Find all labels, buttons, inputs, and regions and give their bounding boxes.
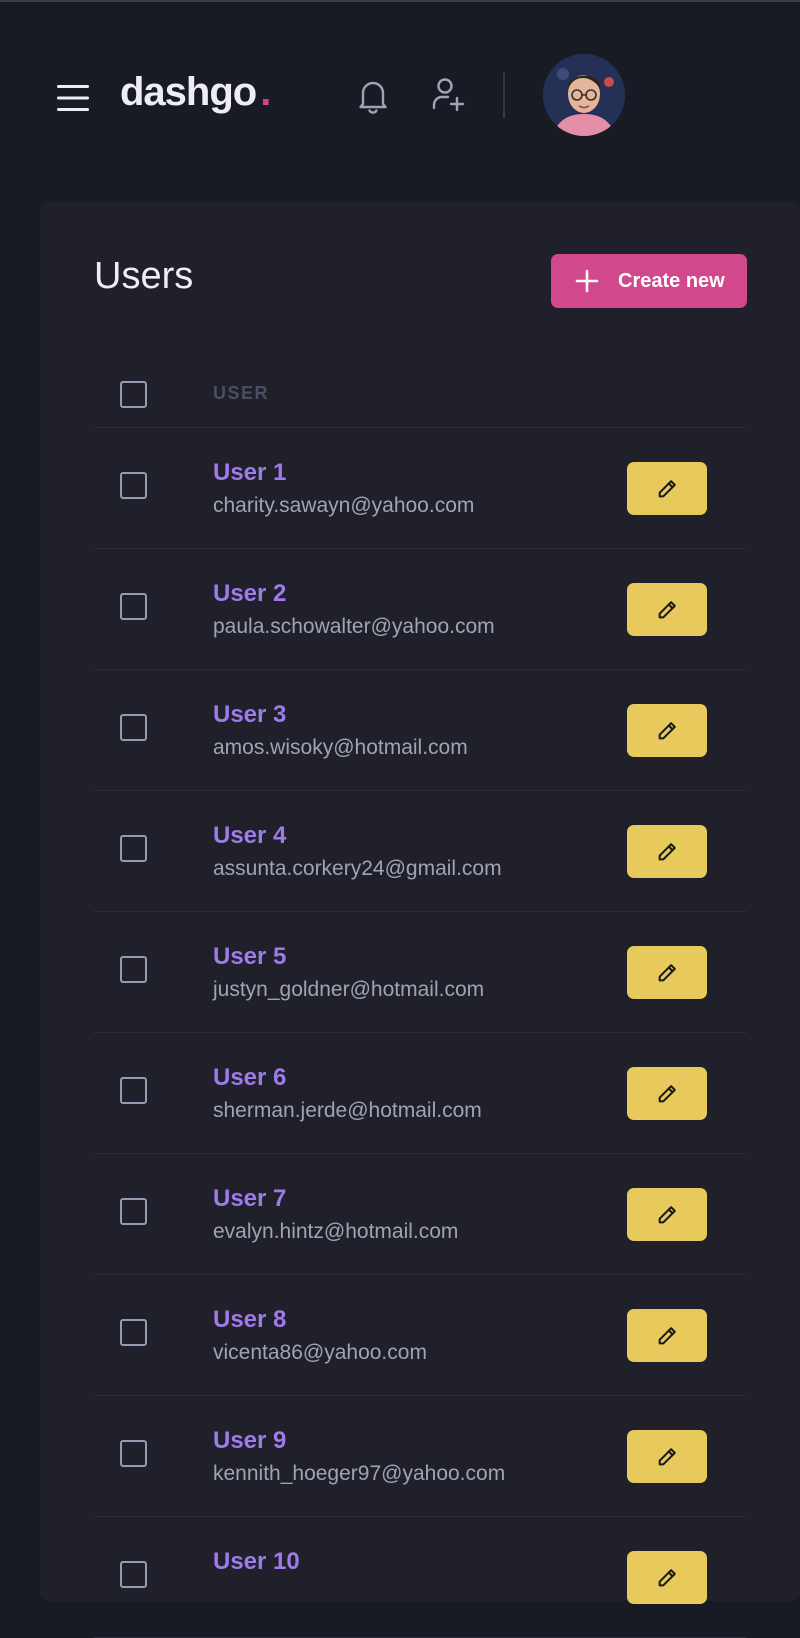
row-checkbox[interactable] xyxy=(120,472,147,499)
menu-button[interactable] xyxy=(56,82,90,114)
user-name-link[interactable]: User 4 xyxy=(213,822,286,850)
pencil-icon xyxy=(658,963,676,981)
row-checkbox[interactable] xyxy=(120,1319,147,1346)
edit-user-button[interactable] xyxy=(627,1067,707,1120)
edit-user-button[interactable] xyxy=(627,462,707,515)
row-checkbox[interactable] xyxy=(120,1198,147,1225)
table-row: User 5 justyn_goldner@hotmail.com xyxy=(93,912,747,1033)
pencil-icon xyxy=(658,1205,676,1223)
user-name-link[interactable]: User 1 xyxy=(213,459,286,487)
row-checkbox[interactable] xyxy=(120,714,147,741)
logo-dot: . xyxy=(260,70,271,114)
user-email: sherman.jerde@hotmail.com xyxy=(213,1099,482,1122)
table-row: User 2 paula.schowalter@yahoo.com xyxy=(93,549,747,670)
table-row: User 6 sherman.jerde@hotmail.com xyxy=(93,1033,747,1154)
row-checkbox[interactable] xyxy=(120,1077,147,1104)
row-checkbox[interactable] xyxy=(120,835,147,862)
user-add-icon xyxy=(432,78,465,112)
table-row: User 1 charity.sawayn@yahoo.com xyxy=(93,428,747,549)
row-checkbox[interactable] xyxy=(120,593,147,620)
user-email: evalyn.hintz@hotmail.com xyxy=(213,1220,459,1243)
edit-user-button[interactable] xyxy=(627,825,707,878)
create-new-label: Create new xyxy=(618,269,725,292)
table-row: User 7 evalyn.hintz@hotmail.com xyxy=(93,1154,747,1275)
table-row: User 9 kennith_hoeger97@yahoo.com xyxy=(93,1396,747,1517)
pencil-icon xyxy=(658,842,676,860)
user-name-link[interactable]: User 5 xyxy=(213,943,286,971)
user-email: paula.schowalter@yahoo.com xyxy=(213,615,495,638)
user-email: amos.wisoky@hotmail.com xyxy=(213,736,468,759)
menu-icon xyxy=(57,85,89,111)
edit-user-button[interactable] xyxy=(627,1551,707,1604)
pencil-icon xyxy=(658,600,676,618)
table-row: User 8 vicenta86@yahoo.com xyxy=(93,1275,747,1396)
user-email: kennith_hoeger97@yahoo.com xyxy=(213,1462,506,1485)
plus-icon xyxy=(575,269,599,293)
add-user-button[interactable] xyxy=(430,76,468,114)
edit-user-button[interactable] xyxy=(627,946,707,999)
table-row: User 3 amos.wisoky@hotmail.com xyxy=(93,670,747,791)
pencil-icon xyxy=(658,721,676,739)
row-checkbox[interactable] xyxy=(120,1440,147,1467)
table-row: User 4 assunta.corkery24@gmail.com xyxy=(93,791,747,912)
edit-user-button[interactable] xyxy=(627,1309,707,1362)
edit-user-button[interactable] xyxy=(627,1188,707,1241)
select-all-checkbox[interactable] xyxy=(120,381,147,408)
table-row: User 10 xyxy=(93,1517,747,1638)
app-header: dashgo. xyxy=(0,0,800,190)
table-header: USER xyxy=(93,356,747,428)
avatar-image xyxy=(543,54,625,136)
edit-user-button[interactable] xyxy=(627,1430,707,1483)
create-new-button[interactable]: Create new xyxy=(551,254,747,308)
page-title: Users xyxy=(94,255,194,297)
row-checkbox[interactable] xyxy=(120,1561,147,1588)
user-email: charity.sawayn@yahoo.com xyxy=(213,494,475,517)
bell-icon xyxy=(359,81,387,114)
edit-user-button[interactable] xyxy=(627,704,707,757)
pencil-icon xyxy=(658,1568,676,1586)
logo-text: dashgo xyxy=(120,70,257,114)
user-email: vicenta86@yahoo.com xyxy=(213,1341,427,1364)
edit-user-button[interactable] xyxy=(627,583,707,636)
user-email: assunta.corkery24@gmail.com xyxy=(213,857,502,880)
pencil-icon xyxy=(658,479,676,497)
user-name-link[interactable]: User 7 xyxy=(213,1185,286,1213)
user-name-link[interactable]: User 10 xyxy=(213,1548,300,1576)
notifications-button[interactable] xyxy=(356,77,390,115)
user-email: justyn_goldner@hotmail.com xyxy=(213,978,485,1001)
user-name-link[interactable]: User 9 xyxy=(213,1427,286,1455)
user-name-link[interactable]: User 8 xyxy=(213,1306,286,1334)
header-divider xyxy=(503,72,505,118)
column-header-user: USER xyxy=(213,383,270,403)
user-name-link[interactable]: User 3 xyxy=(213,701,286,729)
pencil-icon xyxy=(658,1084,676,1102)
row-checkbox[interactable] xyxy=(120,956,147,983)
pencil-icon xyxy=(658,1326,676,1344)
avatar[interactable] xyxy=(543,54,625,136)
user-name-link[interactable]: User 2 xyxy=(213,580,286,608)
pencil-icon xyxy=(658,1447,676,1465)
user-name-link[interactable]: User 6 xyxy=(213,1064,286,1092)
app-logo[interactable]: dashgo. xyxy=(120,70,271,115)
